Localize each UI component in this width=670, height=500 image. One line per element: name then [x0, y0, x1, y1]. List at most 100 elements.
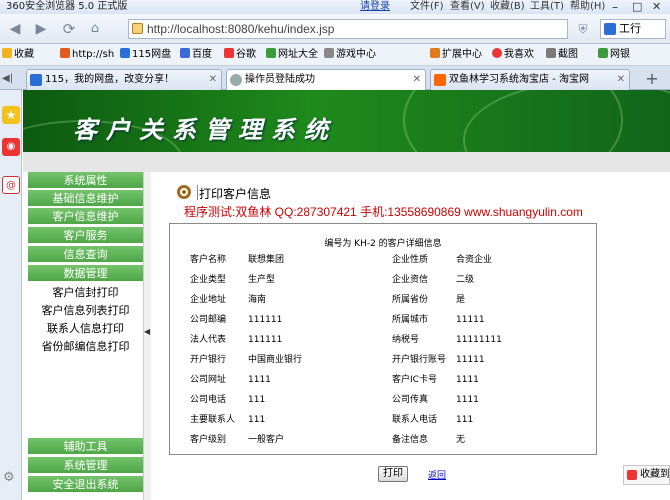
bookmark-item[interactable]: 115网盘 [120, 44, 171, 66]
bank-icon [598, 48, 608, 58]
field-value: 是 [456, 295, 466, 305]
shield-icon[interactable]: ⛨ [572, 19, 594, 39]
tab-taobao[interactable]: 双鱼林学习系统淘宝店 - 淘宝网 ✕ [430, 69, 630, 90]
window-title: 360安全浏览器 5.0 正式版 [6, 1, 128, 12]
field-label: 客户级别 [190, 435, 227, 445]
menu-tools[interactable]: 辅助工具 [28, 438, 143, 455]
menu-info-query[interactable]: 信息查询 [28, 246, 143, 263]
maximize-icon[interactable]: □ [632, 0, 642, 14]
menu-favorites[interactable]: 收藏(B) [490, 0, 525, 14]
bookmark-item[interactable]: 扩展中心 [430, 44, 482, 66]
field-value: 11111 [456, 355, 485, 365]
heading-separator [197, 185, 198, 200]
tab-scroll-left-icon[interactable]: ◀| [2, 69, 18, 90]
home-icon[interactable]: ⌂ [84, 19, 106, 39]
bookmark-item[interactable]: 网址大全 [266, 44, 318, 66]
field-value: 联想集团 [248, 255, 285, 265]
detail-row: 主要联系人 111 联系人电话 111 [170, 410, 596, 430]
paw-icon [180, 48, 190, 58]
print-button[interactable]: 打印 [378, 466, 408, 482]
minimize-icon[interactable]: – [612, 0, 618, 14]
close-tab-icon[interactable]: ✕ [413, 70, 421, 89]
mail-icon[interactable]: @ [2, 176, 20, 194]
submenu-customer-list-print[interactable]: 客户信息列表打印 [28, 302, 143, 320]
address-text: http://localhost:8080/kehu/index.jsp [147, 22, 335, 36]
submenu-envelope-print[interactable]: 客户信封打印 [28, 284, 143, 302]
menu-help[interactable]: 帮助(H) [570, 0, 605, 14]
back-icon[interactable]: ◀ [4, 19, 26, 39]
menu-system-properties[interactable]: 系统属性 [28, 172, 143, 189]
bookmark-item[interactable]: 网银 [598, 44, 630, 66]
detail-row: 法人代表 111111 纳税号 11111111 [170, 330, 596, 350]
forward-icon[interactable]: ▶ [30, 19, 52, 39]
bookmark-item[interactable]: 截图 [546, 44, 578, 66]
search-input[interactable]: 工行 [600, 19, 666, 39]
refresh-icon[interactable]: ⟳ [58, 19, 80, 39]
bookmark-favorites[interactable]: 收藏 [2, 44, 34, 66]
field-label: 企业资信 [392, 275, 429, 285]
menu-logout[interactable]: 安全退出系统 [28, 476, 143, 493]
field-value: 11111111 [456, 335, 502, 345]
detail-row: 公司邮编 111111 所属城市 11111 [170, 310, 596, 330]
tab-115[interactable]: 115，我的网盘，改变分享！ ✕ [26, 69, 222, 90]
menu-customer-service[interactable]: 客户服务 [28, 227, 143, 244]
menu-basic-info[interactable]: 基础信息维护 [28, 190, 143, 207]
page-title: 打印客户信息 [199, 187, 272, 201]
menu-data-management[interactable]: 数据管理 [28, 265, 143, 282]
menu-view[interactable]: 查看(V) [450, 0, 485, 14]
tab-login-success[interactable]: 操作员登陆成功 ✕ [226, 69, 426, 90]
submenu-postcode-print[interactable]: 省份邮编信息打印 [28, 338, 143, 356]
new-tab-button[interactable]: + [640, 69, 664, 90]
author-info: 程序测试:双鱼林 QQ:287307421 手机:13558690869 www… [184, 205, 583, 219]
field-value: 1111 [456, 375, 479, 385]
field-value: 海南 [248, 295, 267, 305]
menu-system-management[interactable]: 系统管理 [28, 457, 143, 474]
site-icon [230, 74, 242, 86]
menu-collapse-handle[interactable]: ◀ [143, 172, 151, 500]
detail-row: 企业类型 生产型 企业资信 二级 [170, 270, 596, 290]
detail-row: 客户级别 一般客户 备注信息 无 [170, 430, 596, 450]
site-icon [224, 48, 234, 58]
close-icon[interactable]: ✕ [652, 0, 661, 14]
heart-icon [492, 48, 502, 58]
site-icon [434, 74, 446, 86]
star-icon[interactable]: ★ [2, 106, 20, 124]
web-page: 客户关系管理系统 系统属性 基础信息维护 客户信息维护 客户服务 信息查询 数据… [23, 90, 670, 500]
login-link[interactable]: 请登录 [360, 0, 390, 14]
field-label: 企业地址 [190, 295, 227, 305]
menu-file[interactable]: 文件(F) [410, 0, 444, 14]
detail-title: 编号为 KH-2 的客户详细信息 [324, 239, 442, 249]
address-input[interactable]: http://localhost:8080/kehu/index.jsp [128, 19, 568, 39]
heading-icon [177, 185, 191, 199]
banner-divider [23, 152, 670, 172]
bookmark-item[interactable]: 我喜欢 [492, 44, 534, 66]
window-title-bar: 360安全浏览器 5.0 正式版 请登录 文件(F) 查看(V) 收藏(B) 工… [0, 0, 670, 14]
customer-detail-panel: 编号为 KH-2 的客户详细信息 客户名称 联想集团 企业性质 合资企业 企业类型 生产型… [169, 223, 597, 455]
menu-tools[interactable]: 工具(T) [530, 0, 564, 14]
field-value: 合资企业 [456, 255, 493, 265]
add-favorite-button[interactable]: 收藏到 [623, 465, 670, 485]
field-value: 111 [248, 395, 266, 405]
site-icon [60, 48, 70, 58]
bookmark-item[interactable]: 游戏中心 [324, 44, 376, 66]
gear-icon[interactable]: ⚙ [3, 470, 15, 485]
field-label: 主要联系人 [190, 415, 236, 425]
close-tab-icon[interactable]: ✕ [617, 70, 625, 89]
bookmark-item[interactable]: 谷歌 [224, 44, 256, 66]
field-value: 111111 [248, 315, 283, 325]
field-value: 一般客户 [248, 435, 285, 445]
field-label: 公司电话 [190, 395, 227, 405]
field-label: 客户IC卡号 [392, 375, 437, 385]
close-tab-icon[interactable]: ✕ [209, 70, 217, 89]
bookmark-item[interactable]: http://sh [60, 44, 114, 66]
field-value: 无 [456, 435, 466, 445]
page-icon [132, 23, 143, 34]
menu-customer-info[interactable]: 客户信息维护 [28, 208, 143, 225]
main-content: 打印客户信息 程序测试:双鱼林 QQ:287307421 手机:13558690… [153, 172, 670, 500]
collapse-arrow-icon: ◀ [144, 327, 151, 336]
detail-row: 公司电话 111 公司传真 1111 [170, 390, 596, 410]
submenu-contact-print[interactable]: 联系人信息打印 [28, 320, 143, 338]
back-link[interactable]: 返回 [428, 468, 446, 481]
bookmark-item[interactable]: 百度 [180, 44, 212, 66]
weibo-icon[interactable]: ◉ [2, 138, 20, 156]
